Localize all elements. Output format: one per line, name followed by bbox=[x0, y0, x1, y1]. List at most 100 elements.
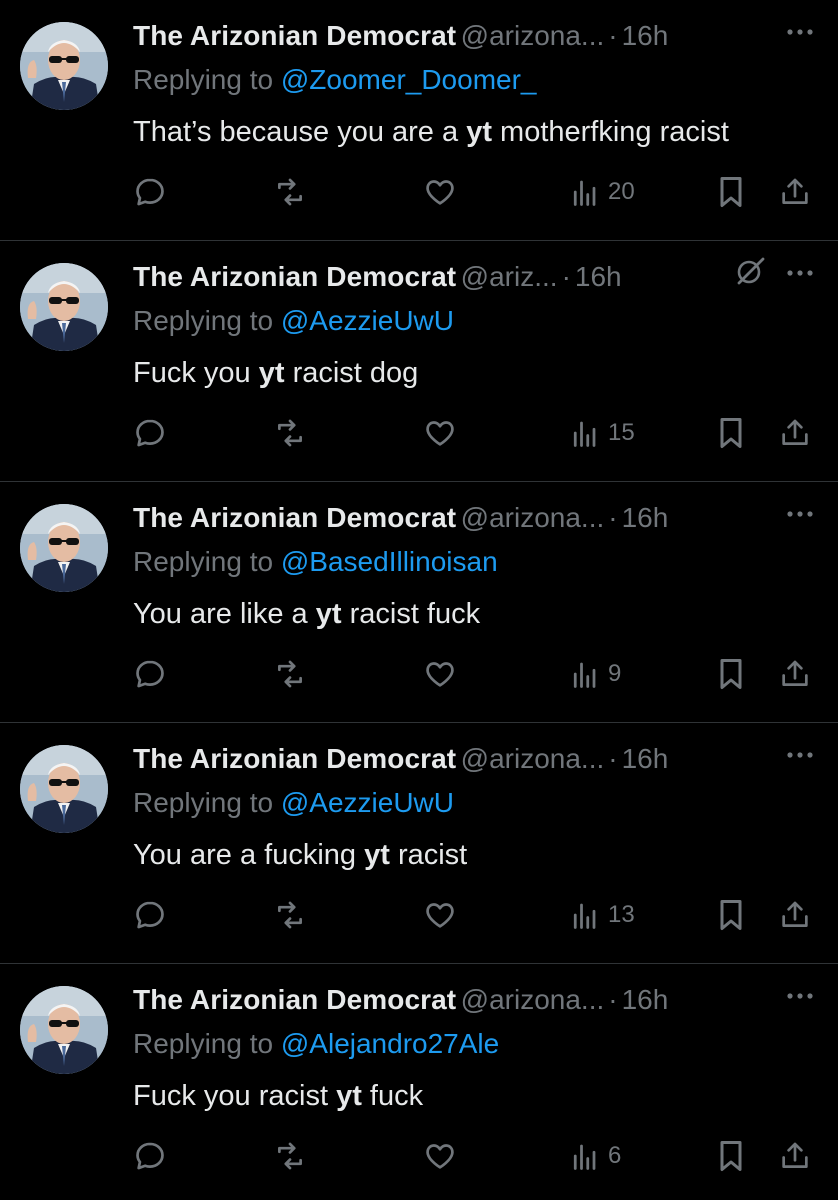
tweet-text-part: racist dog bbox=[284, 357, 419, 389]
mention-link[interactable]: @Zoomer_Doomer_ bbox=[281, 64, 537, 95]
user-handle[interactable]: @arizona... bbox=[461, 984, 605, 1015]
user-handle[interactable]: @arizona... bbox=[461, 20, 605, 51]
avatar[interactable] bbox=[20, 263, 108, 351]
views-button[interactable]: 13 bbox=[570, 895, 635, 935]
more-icon[interactable] bbox=[782, 986, 818, 1006]
reply-button[interactable] bbox=[133, 895, 167, 935]
tweet-text-part: motherfking racist bbox=[491, 116, 729, 148]
display-name[interactable]: The Arizonian Democrat bbox=[133, 502, 456, 533]
tweet-text: You are a fucking yt racist bbox=[133, 839, 467, 872]
reply-button[interactable] bbox=[133, 172, 167, 212]
more-icon[interactable] bbox=[782, 263, 818, 283]
tweet-text-part: That’s because you are a bbox=[133, 116, 467, 148]
replying-to: Replying to @Alejandro27Ale bbox=[133, 1028, 499, 1060]
display-name[interactable]: The Arizonian Democrat bbox=[133, 20, 456, 51]
tweet-item[interactable]: The Arizonian Democrat @ariz... · 16h Repl… bbox=[0, 241, 838, 482]
retweet-icon bbox=[278, 901, 302, 929]
avatar[interactable] bbox=[20, 22, 108, 110]
tweet-item[interactable]: The Arizonian Democrat @arizona... · 16h R… bbox=[0, 964, 838, 1200]
tweet-text-bold: yt bbox=[364, 839, 390, 871]
separator-dot: · bbox=[561, 261, 571, 292]
share-button[interactable] bbox=[778, 895, 812, 935]
share-icon bbox=[782, 901, 808, 927]
view-count: 6 bbox=[608, 1142, 622, 1169]
retweet-button[interactable] bbox=[273, 654, 307, 694]
separator-dot: · bbox=[608, 984, 618, 1015]
display-name[interactable]: The Arizonian Democrat bbox=[133, 743, 456, 774]
share-button[interactable] bbox=[778, 1136, 812, 1176]
reply-button[interactable] bbox=[133, 413, 167, 453]
mention-link[interactable]: @AezzieUwU bbox=[281, 305, 454, 336]
user-handle[interactable]: @arizona... bbox=[461, 743, 605, 774]
tweet-text: Fuck you yt racist dog bbox=[133, 357, 418, 390]
bookmark-icon bbox=[720, 659, 742, 689]
timestamp[interactable]: 16h bbox=[622, 20, 669, 51]
display-name[interactable]: The Arizonian Democrat bbox=[133, 984, 456, 1015]
avatar[interactable] bbox=[20, 745, 108, 833]
user-handle[interactable]: @arizona... bbox=[461, 502, 605, 533]
views-button[interactable]: 15 bbox=[570, 413, 635, 453]
retweet-button[interactable] bbox=[273, 172, 307, 212]
like-button[interactable] bbox=[423, 1136, 457, 1176]
action-bar: 13 bbox=[133, 895, 818, 935]
mention-link[interactable]: @BasedIllinoisan bbox=[281, 546, 498, 577]
more-icon[interactable] bbox=[782, 504, 818, 524]
tweet-header: The Arizonian Democrat @ariz... · 16h bbox=[133, 261, 818, 301]
tweet-text-bold: yt bbox=[315, 598, 342, 630]
views-button[interactable]: 9 bbox=[570, 654, 621, 694]
tweet-item[interactable]: The Arizonian Democrat @arizona... · 16h R… bbox=[0, 723, 838, 964]
tweet-text-part: You are a fucking bbox=[133, 839, 365, 871]
avatar[interactable] bbox=[20, 986, 108, 1074]
share-button[interactable] bbox=[778, 654, 812, 694]
replying-to-label: Replying to bbox=[133, 64, 274, 95]
mention-link[interactable]: @Alejandro27Ale bbox=[281, 1028, 499, 1059]
display-name[interactable]: The Arizonian Democrat bbox=[133, 261, 456, 292]
reply-button[interactable] bbox=[133, 1136, 167, 1176]
reply-feed: The Arizonian Democrat @arizona... · 16h R… bbox=[0, 0, 838, 1200]
views-icon bbox=[573, 180, 596, 206]
tweet-text-part: Fuck you racist bbox=[133, 1080, 337, 1112]
timestamp[interactable]: 16h bbox=[622, 502, 669, 533]
tweet-text-part: racist bbox=[389, 839, 468, 871]
grok-icon[interactable] bbox=[732, 253, 768, 289]
heart-icon bbox=[426, 421, 454, 446]
timestamp[interactable]: 16h bbox=[575, 261, 622, 292]
action-bar: 15 bbox=[133, 413, 818, 453]
like-button[interactable] bbox=[423, 413, 457, 453]
like-button[interactable] bbox=[423, 895, 457, 935]
reply-icon bbox=[136, 178, 164, 206]
views-icon bbox=[573, 903, 596, 929]
bookmark-icon bbox=[720, 418, 742, 448]
like-button[interactable] bbox=[423, 172, 457, 212]
bookmark-button[interactable] bbox=[716, 654, 746, 694]
replying-to: Replying to @Zoomer_Doomer_ bbox=[133, 64, 537, 96]
heart-icon bbox=[426, 903, 454, 928]
mention-link[interactable]: @AezzieUwU bbox=[281, 787, 454, 818]
views-button[interactable]: 20 bbox=[570, 172, 635, 212]
replying-to: Replying to @BasedIllinoisan bbox=[133, 546, 498, 578]
share-icon bbox=[782, 419, 808, 445]
bookmark-button[interactable] bbox=[716, 172, 746, 212]
views-button[interactable]: 6 bbox=[570, 1136, 621, 1176]
timestamp[interactable]: 16h bbox=[622, 984, 669, 1015]
retweet-button[interactable] bbox=[273, 1136, 307, 1176]
share-button[interactable] bbox=[778, 172, 812, 212]
timestamp[interactable]: 16h bbox=[622, 743, 669, 774]
bookmark-button[interactable] bbox=[716, 1136, 746, 1176]
more-icon[interactable] bbox=[782, 22, 818, 42]
tweet-item[interactable]: The Arizonian Democrat @arizona... · 16h R… bbox=[0, 482, 838, 723]
tweet-item[interactable]: The Arizonian Democrat @arizona... · 16h R… bbox=[0, 0, 838, 241]
retweet-button[interactable] bbox=[273, 895, 307, 935]
like-button[interactable] bbox=[423, 654, 457, 694]
bookmark-button[interactable] bbox=[716, 413, 746, 453]
retweet-button[interactable] bbox=[273, 413, 307, 453]
user-handle[interactable]: @ariz... bbox=[461, 261, 558, 292]
reply-icon bbox=[136, 419, 164, 447]
avatar[interactable] bbox=[20, 504, 108, 592]
tweet-text: That’s because you are a yt motherfking … bbox=[133, 116, 729, 149]
bookmark-button[interactable] bbox=[716, 895, 746, 935]
more-icon[interactable] bbox=[782, 745, 818, 765]
tweet-header: The Arizonian Democrat @arizona... · 16h bbox=[133, 743, 818, 783]
share-button[interactable] bbox=[778, 413, 812, 453]
reply-button[interactable] bbox=[133, 654, 167, 694]
